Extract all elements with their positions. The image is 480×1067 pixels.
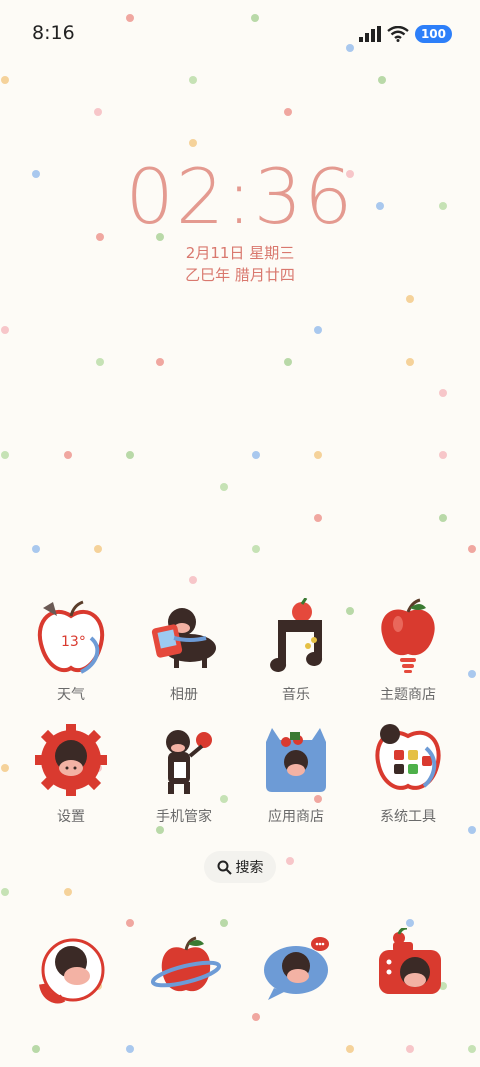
dock-camera[interactable] — [371, 926, 451, 1008]
wallpaper-dot — [406, 295, 414, 303]
app-label: 设置 — [57, 809, 85, 825]
app-phone-manager[interactable]: 手机管家 — [128, 720, 240, 826]
app-label: 相册 — [170, 687, 198, 703]
wallpaper-dot — [156, 358, 164, 366]
wallpaper-dot — [286, 857, 294, 865]
app-store-bag-icon — [266, 728, 326, 792]
wallpaper-dot — [189, 76, 197, 84]
wallpaper-dot — [126, 919, 134, 927]
wallpaper-dot — [1, 76, 9, 84]
wallpaper-dot — [1, 888, 9, 896]
system-tools-icon — [375, 724, 441, 790]
wallpaper-dot — [284, 108, 292, 116]
camera-apple-icon — [379, 926, 441, 994]
app-label: 系统工具 — [380, 809, 436, 825]
clock-date: 2月11日 星期三 — [185, 244, 295, 262]
app-app-store[interactable]: 应用商店 — [240, 720, 352, 826]
wallpaper-dot — [252, 545, 260, 553]
wallpaper-dot — [406, 919, 414, 927]
wallpaper-dot — [346, 1045, 354, 1053]
wallpaper-dot — [1, 451, 9, 459]
phone-manager-icon — [166, 730, 212, 794]
wallpaper-dot — [126, 451, 134, 459]
wallpaper-dot — [468, 670, 476, 678]
app-music[interactable]: 音乐 — [240, 597, 352, 704]
wallpaper-dot — [189, 139, 197, 147]
wallpaper-dot — [439, 514, 447, 522]
svg-text:13°: 13° — [61, 634, 86, 650]
wallpaper-dot — [96, 358, 104, 366]
wallpaper-dot — [406, 358, 414, 366]
gallery-pony-icon — [151, 608, 216, 668]
theme-apple-icon — [381, 598, 435, 673]
app-weather[interactable]: 13° 天气 — [15, 598, 127, 704]
app-label: 手机管家 — [156, 809, 212, 825]
app-label: 应用商店 — [268, 809, 324, 825]
wallpaper-dot — [406, 1045, 414, 1053]
wifi-icon — [387, 26, 409, 42]
wallpaper-dot — [189, 576, 197, 584]
signal-icon — [358, 26, 381, 42]
wallpaper-dot — [94, 545, 102, 553]
wallpaper-dot — [252, 451, 260, 459]
wallpaper-dot — [126, 1045, 134, 1053]
wallpaper-dot — [314, 451, 322, 459]
app-system-tools[interactable]: 系统工具 — [352, 720, 464, 826]
clock-time[interactable]: 02:36 — [0, 152, 480, 241]
app-gallery[interactable]: 相册 — [128, 598, 240, 704]
dock-browser[interactable] — [146, 928, 226, 1008]
weather-apple-icon: 13° — [37, 600, 105, 674]
music-note-icon — [270, 597, 323, 672]
status-bar: 8:16 100 — [0, 0, 480, 68]
wallpaper-dot — [314, 514, 322, 522]
wallpaper-dot — [32, 545, 40, 553]
status-time: 8:16 — [32, 22, 75, 44]
wallpaper-dot — [439, 389, 447, 397]
wallpaper-dot — [64, 451, 72, 459]
wallpaper-dot — [314, 326, 322, 334]
wallpaper-dot — [1, 326, 9, 334]
search-label: 搜索 — [235, 860, 264, 876]
dock-messages[interactable] — [258, 928, 338, 1008]
dock-phone[interactable] — [33, 928, 113, 1008]
phone-pony-icon — [39, 938, 105, 1004]
wallpaper-dot — [468, 1045, 476, 1053]
messages-bubble-icon — [264, 937, 329, 1000]
wallpaper-dot — [378, 76, 386, 84]
app-settings[interactable]: 设置 — [15, 720, 127, 826]
browser-planet-icon — [150, 936, 222, 992]
app-label: 音乐 — [282, 687, 310, 703]
settings-gear-icon — [35, 724, 107, 796]
wallpaper-dot — [220, 919, 228, 927]
wallpaper-dot — [284, 358, 292, 366]
search-icon — [217, 860, 232, 875]
wallpaper-dot — [32, 1045, 40, 1053]
wallpaper-dot — [468, 826, 476, 834]
search-button[interactable]: 搜索 — [204, 851, 276, 883]
wallpaper-dot — [94, 108, 102, 116]
wallpaper-dot — [252, 1013, 260, 1021]
app-label: 主题商店 — [380, 687, 436, 703]
clock-lunar-date: 乙巳年 腊月廿四 — [185, 266, 295, 284]
battery-indicator: 100 — [414, 25, 452, 43]
wallpaper-dot — [220, 483, 228, 491]
wallpaper-dot — [64, 888, 72, 896]
wallpaper-dot — [439, 451, 447, 459]
app-theme-store[interactable]: 主题商店 — [352, 598, 464, 704]
wallpaper-dot — [1, 764, 9, 772]
app-label: 天气 — [57, 687, 85, 703]
wallpaper-dot — [156, 826, 164, 834]
wallpaper-dot — [468, 545, 476, 553]
